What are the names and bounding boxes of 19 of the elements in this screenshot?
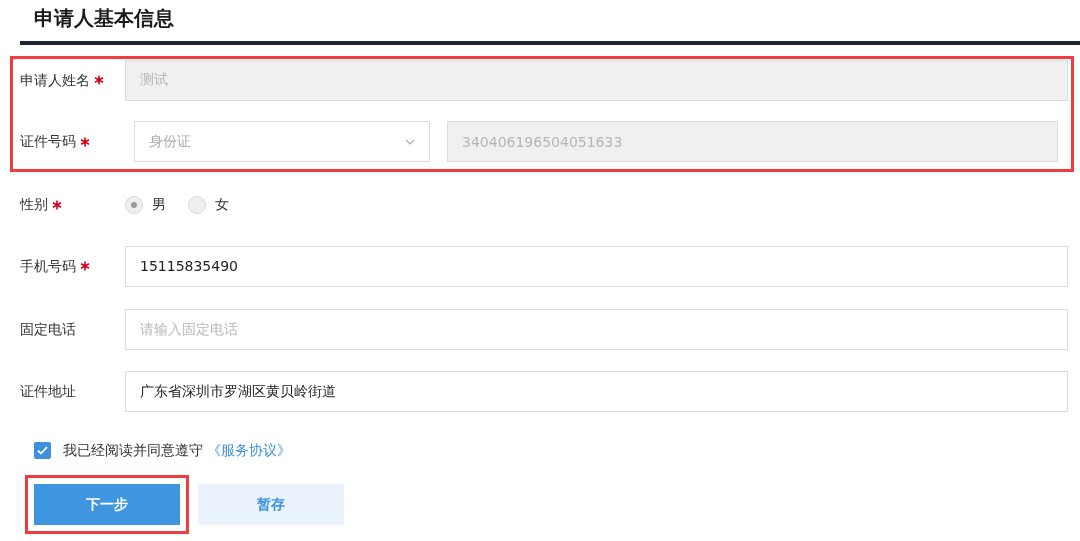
- section-title: 申请人基本信息: [34, 5, 174, 32]
- checkbox[interactable]: [34, 442, 51, 459]
- checkmark-icon: [37, 446, 48, 455]
- field-label: 证件地址: [20, 382, 76, 401]
- chevron-down-icon: [405, 138, 415, 145]
- button[interactable]: 下一步: [34, 484, 180, 525]
- button[interactable]: 暂存: [198, 484, 344, 525]
- field-label: 固定电话: [20, 319, 76, 339]
- field-label: 证件号码: [20, 132, 76, 151]
- agreement-link[interactable]: 《服务协议》: [207, 442, 292, 458]
- input-field[interactable]: 15115835490: [125, 245, 1068, 287]
- input-field[interactable]: 广东省深圳市罗湖区黄贝岭街道: [125, 371, 1068, 412]
- field-label: 手机号码: [20, 256, 76, 276]
- field-label: 申请人姓名: [20, 70, 90, 90]
- input-field[interactable]: 请输入固定电话: [125, 308, 1068, 350]
- agreement-text: 我已经阅读并同意遵守 《服务协议》: [63, 441, 292, 460]
- radio-option[interactable]: 男: [125, 194, 166, 215]
- field-label: 性别: [20, 195, 48, 214]
- radio-option[interactable]: 女: [188, 194, 229, 215]
